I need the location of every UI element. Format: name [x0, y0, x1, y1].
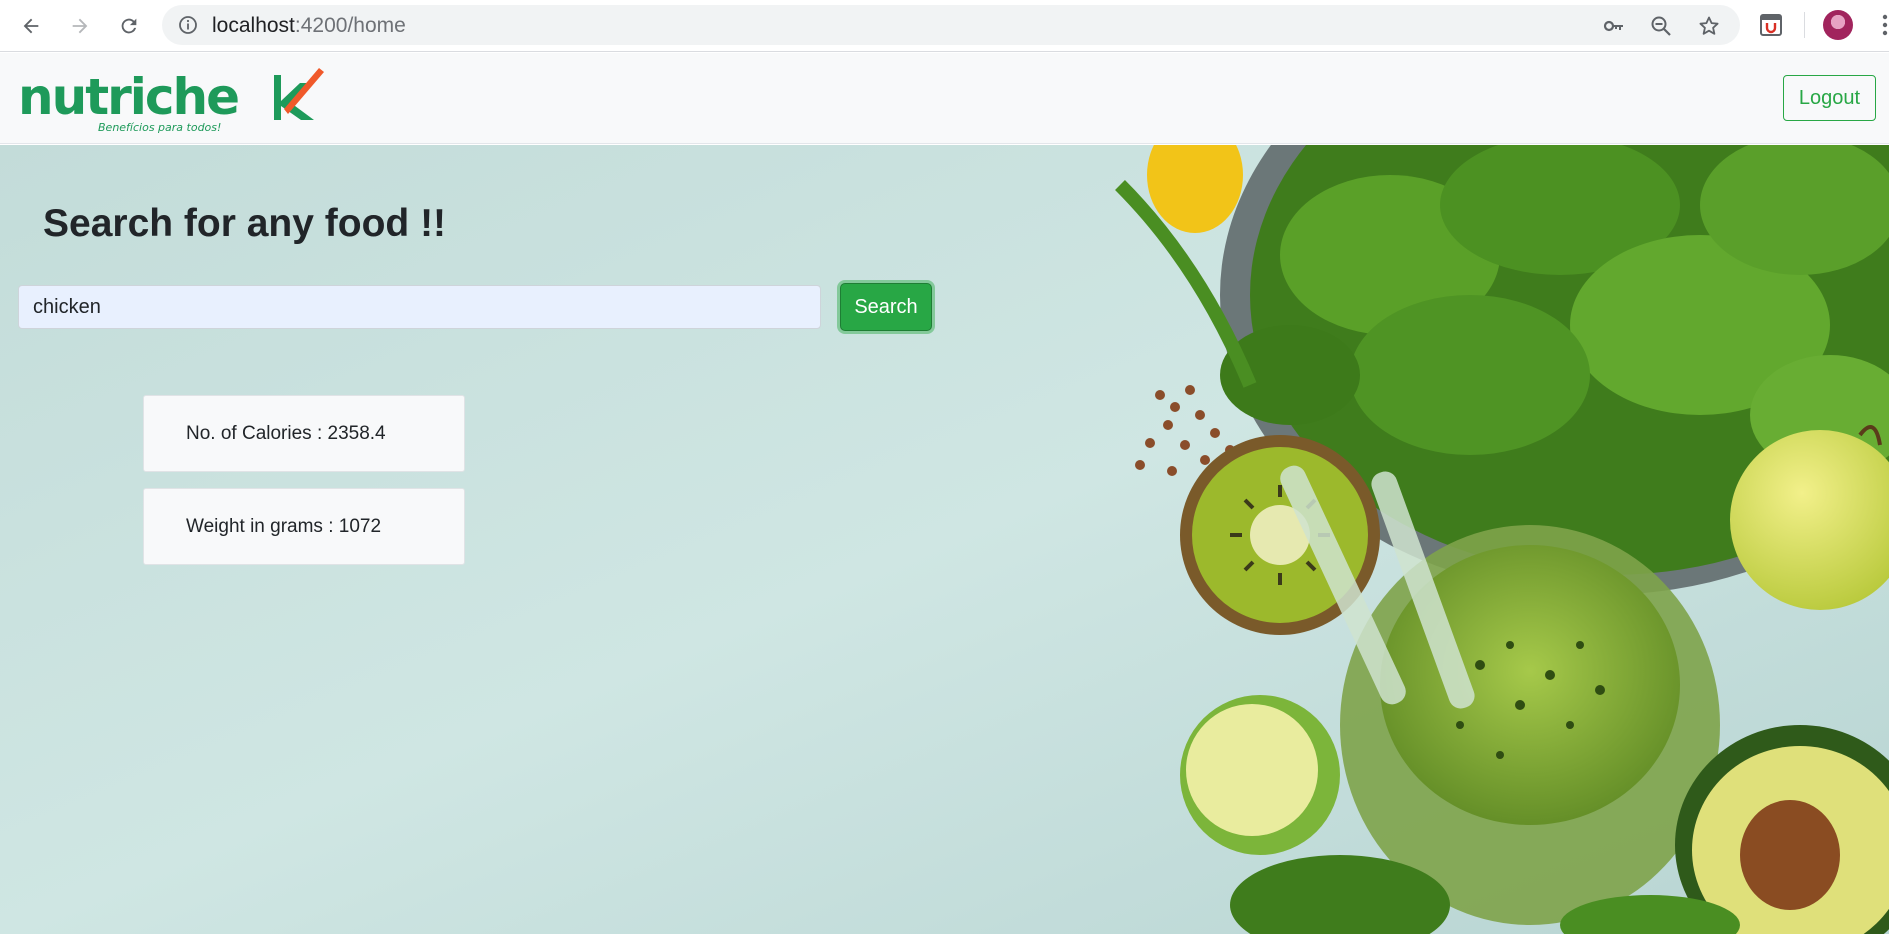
- logout-button[interactable]: Logout: [1783, 75, 1876, 121]
- menu-dots-icon[interactable]: [1872, 12, 1889, 38]
- nutrichek-logo[interactable]: nutriche Benefícios para todos!: [16, 65, 326, 137]
- profile-avatar[interactable]: [1823, 10, 1853, 40]
- svg-text:nutriche: nutriche: [18, 68, 238, 126]
- address-bar[interactable]: localhost:4200/home: [162, 5, 1740, 45]
- url-text: localhost:4200/home: [212, 14, 406, 37]
- zoom-out-icon[interactable]: [1649, 14, 1673, 38]
- star-icon[interactable]: [1697, 14, 1721, 38]
- browser-toolbar: localhost:4200/home: [0, 0, 1889, 52]
- calories-result-card: No. of Calories : 2358.4: [143, 395, 465, 472]
- weight-text: Weight in grams : 1072: [186, 515, 382, 537]
- forward-arrow-icon[interactable]: [63, 9, 97, 43]
- toolbar-divider: [1804, 12, 1805, 38]
- reload-icon[interactable]: [112, 9, 146, 43]
- main-content: Search for any food !! Search No. of Cal…: [0, 145, 1889, 934]
- svg-text:Benefícios para todos!: Benefícios para todos!: [98, 121, 221, 134]
- info-icon[interactable]: [178, 15, 198, 35]
- page-title: Search for any food !!: [43, 202, 447, 245]
- weight-result-card: Weight in grams : 1072: [143, 488, 465, 565]
- app-navbar: nutriche Benefícios para todos! Logout: [0, 53, 1889, 144]
- back-arrow-icon[interactable]: [14, 9, 48, 43]
- food-search-input[interactable]: [18, 285, 821, 329]
- key-icon[interactable]: [1602, 14, 1626, 38]
- calories-text: No. of Calories : 2358.4: [186, 422, 386, 444]
- extension-icon[interactable]: [1758, 12, 1784, 38]
- search-button[interactable]: Search: [840, 283, 932, 331]
